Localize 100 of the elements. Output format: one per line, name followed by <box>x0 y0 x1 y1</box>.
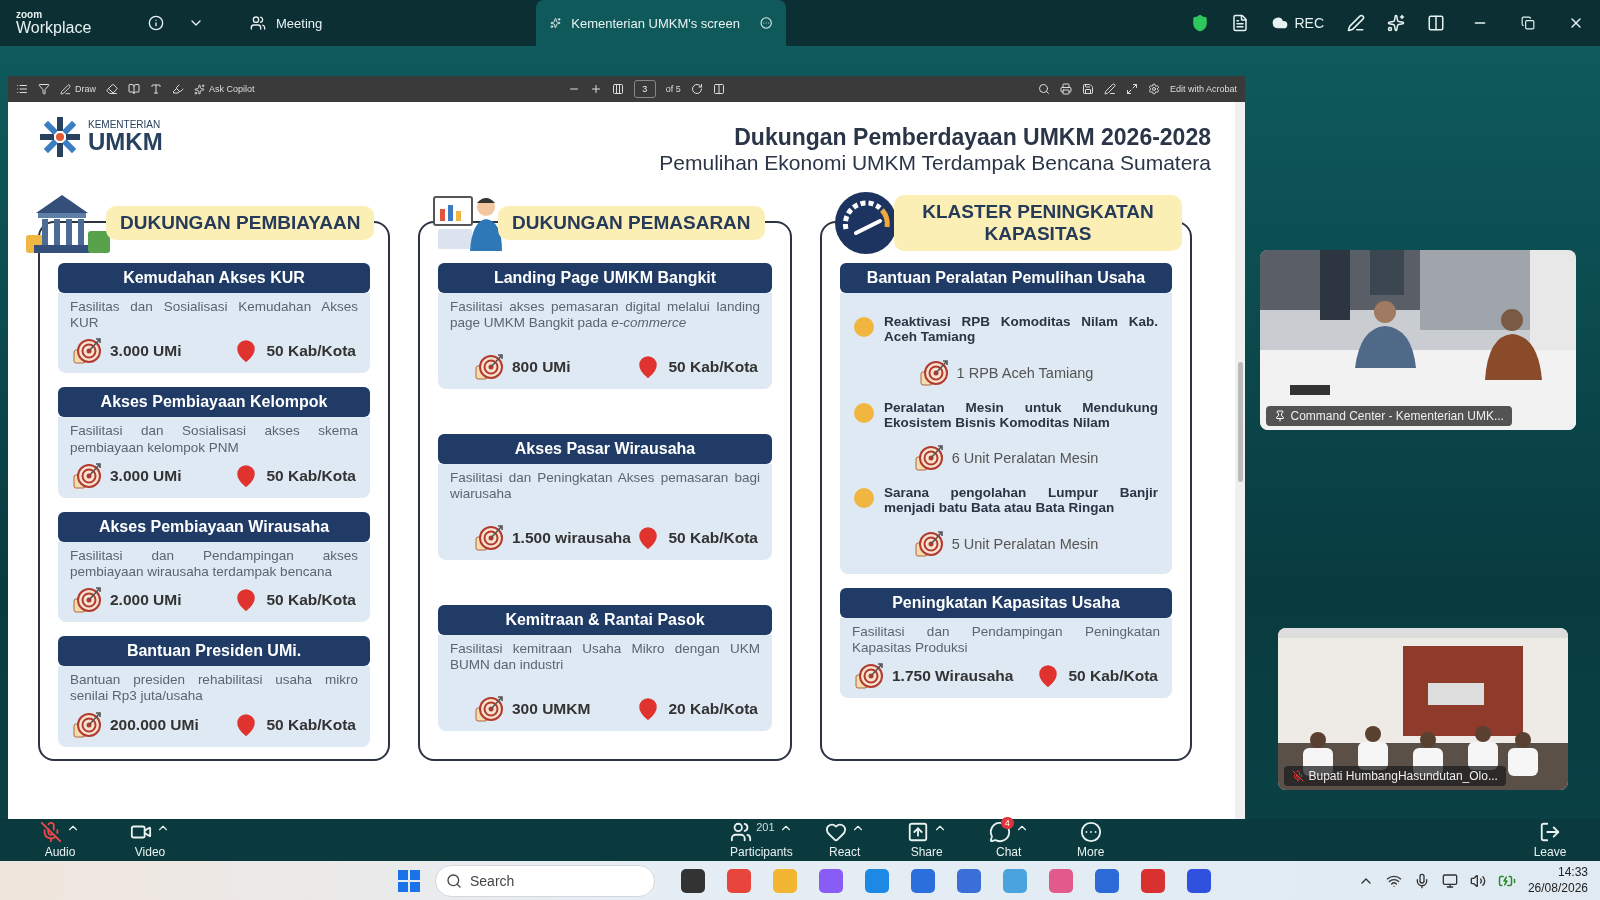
eraser-icon[interactable] <box>106 83 118 95</box>
clock[interactable]: 14:33 26/08/2026 <box>1527 865 1588 897</box>
target-value: 300 UMKM <box>512 700 591 718</box>
control-label[interactable]: Audio <box>44 845 76 860</box>
tab[interactable]: Kementerian UMKM's screen <box>536 0 787 46</box>
target-icon <box>913 444 944 473</box>
leave-icon[interactable] <box>1539 821 1561 844</box>
participant-name: Bupati HumbangHasundutan_Olo... <box>1308 769 1498 783</box>
search-icon[interactable] <box>1037 83 1050 95</box>
control-label[interactable]: More <box>1077 845 1105 860</box>
sparkle-icon <box>194 83 205 95</box>
heart-icon[interactable] <box>824 821 847 844</box>
target-icon <box>474 524 504 553</box>
target-icon <box>913 530 944 559</box>
area-value: 20 Kab/Kota <box>668 700 758 718</box>
app-icon[interactable] <box>1187 868 1211 893</box>
card-title: Bantuan Presiden UMi. <box>58 636 370 667</box>
book-icon[interactable] <box>128 83 140 95</box>
volume-icon[interactable] <box>1469 872 1486 889</box>
target-value: 2.000 UMi <box>110 591 182 610</box>
shield-icon[interactable] <box>1191 14 1210 32</box>
info-icon[interactable] <box>148 15 164 31</box>
save-icon[interactable] <box>1081 83 1094 95</box>
zoom-in-icon[interactable] <box>589 83 602 95</box>
document-icon[interactable] <box>1231 14 1250 32</box>
share-icon[interactable] <box>906 821 929 844</box>
mic-muted-icon[interactable] <box>40 821 62 844</box>
logo-icon <box>38 116 82 158</box>
more-icon[interactable] <box>1079 821 1102 844</box>
view-icon[interactable] <box>712 83 725 95</box>
target-value: 3.000 UMi <box>110 466 182 485</box>
tab[interactable]: Meeting <box>236 0 337 46</box>
page-field[interactable]: 3 <box>633 80 656 98</box>
display-icon[interactable] <box>1441 872 1458 889</box>
control-label[interactable]: React <box>829 845 861 860</box>
card-title: Akses Pembiayaan Wirausaha <box>58 511 370 542</box>
chat-icon[interactable] <box>988 821 1011 844</box>
expand-icon[interactable] <box>1125 83 1138 95</box>
edit-button[interactable]: Edit with Acrobat <box>1169 84 1237 94</box>
control-label[interactable]: Participants <box>730 845 793 860</box>
print-icon[interactable] <box>1059 83 1072 95</box>
control-label[interactable]: Video <box>134 845 166 860</box>
target-value: 1.500 wirausaha <box>512 529 631 548</box>
area-value: 50 Kab/Kota <box>266 466 356 485</box>
sparkle-icon[interactable] <box>1387 14 1405 32</box>
control-label[interactable]: Share <box>910 845 943 860</box>
highlighter-icon[interactable] <box>172 83 184 95</box>
section-heading: DUKUNGAN PEMBIAYAAN <box>106 206 375 240</box>
leave-button[interactable]: Leave <box>1533 845 1567 860</box>
rotate-icon[interactable] <box>690 83 703 95</box>
cloud-icon <box>1272 15 1289 31</box>
restore-icon[interactable] <box>1521 16 1535 30</box>
card-description: Fasilitasi akses pemasaran digital melalui landing page UMKM Bangkit pada e-commerce <box>450 299 760 332</box>
text-icon[interactable] <box>150 83 162 95</box>
page-total: of 5 <box>665 84 681 94</box>
area-value: 50 Kab/Kota <box>668 358 758 377</box>
target-icon <box>854 662 884 691</box>
card-description: Fasilitas dan Sosialisasi Kemudahan Akses KUR <box>70 299 358 332</box>
copilot-button[interactable]: Ask Copilot <box>194 83 255 95</box>
panel-icon[interactable] <box>1427 14 1445 32</box>
start-icon[interactable] <box>397 868 421 893</box>
search-field[interactable]: Search <box>435 864 655 897</box>
list-icon[interactable] <box>16 83 28 95</box>
bullet-dot <box>854 317 874 337</box>
settings-icon[interactable] <box>1147 83 1160 95</box>
slide-title: Dukungan Pemberdayaan UMKM 2026-2028 <box>734 124 1211 151</box>
app-icon[interactable] <box>681 868 705 893</box>
unread-badge: 4 <box>1000 817 1014 830</box>
participants-icon[interactable] <box>730 821 753 844</box>
area-value: 50 Kab/Kota <box>266 342 356 361</box>
pin-icon <box>1273 410 1286 422</box>
target-value: 200.000 UMi <box>110 715 199 734</box>
draw-button[interactable]: Draw <box>60 83 96 95</box>
item-text: Sarana pengolahan Lumpur Banjir menjadi batu Bata atau Bata Ringan <box>884 486 1158 517</box>
card-title: Akses Pembiayaan Kelompok <box>58 387 370 418</box>
target-icon <box>474 353 504 382</box>
target-icon <box>72 710 102 739</box>
card-title: Akses Pasar Wirausaha <box>438 433 772 464</box>
bullet-dot <box>854 488 874 509</box>
card-description: Fasilitasi dan Sosialisasi akses skema pembiayaan kelompok PNM <box>70 423 358 456</box>
target-text: 6 Unit Peralatan Mesin <box>951 450 1099 467</box>
target-value: 3.000 UMi <box>110 342 182 361</box>
target-icon <box>72 337 102 366</box>
logo-subtitle: KEMENTERIAN <box>88 120 162 130</box>
section-heading: KLASTER PENINGKATAN KAPASITAS <box>894 195 1182 251</box>
target-value: 1.750 Wirausaha <box>892 667 1014 686</box>
pen-icon[interactable] <box>1347 14 1365 32</box>
logo-title: UMKM <box>88 130 163 154</box>
slide-subtitle: Pemulihan Ekonomi UMKM Terdampak Bencana Sumatera <box>659 151 1211 175</box>
item-text: Reaktivasi RPB Komoditas Nilam Kab. Aceh Tamiang <box>884 315 1158 345</box>
target-value: 800 UMi <box>512 358 571 377</box>
card-description: Fasilitasi dan Pendampingan akses pembiayaan wirausaha terdampak bencana <box>70 547 358 581</box>
target-icon <box>72 586 102 615</box>
card-title: Peningkatan Kapasitas Usaha <box>840 588 1172 619</box>
fit-icon[interactable] <box>611 83 624 95</box>
record-button[interactable]: REC <box>1272 15 1324 31</box>
more-icon[interactable] <box>759 14 773 32</box>
control-label[interactable]: Chat <box>996 845 1022 860</box>
people-icon <box>250 15 266 31</box>
sign-icon[interactable] <box>1103 83 1116 95</box>
